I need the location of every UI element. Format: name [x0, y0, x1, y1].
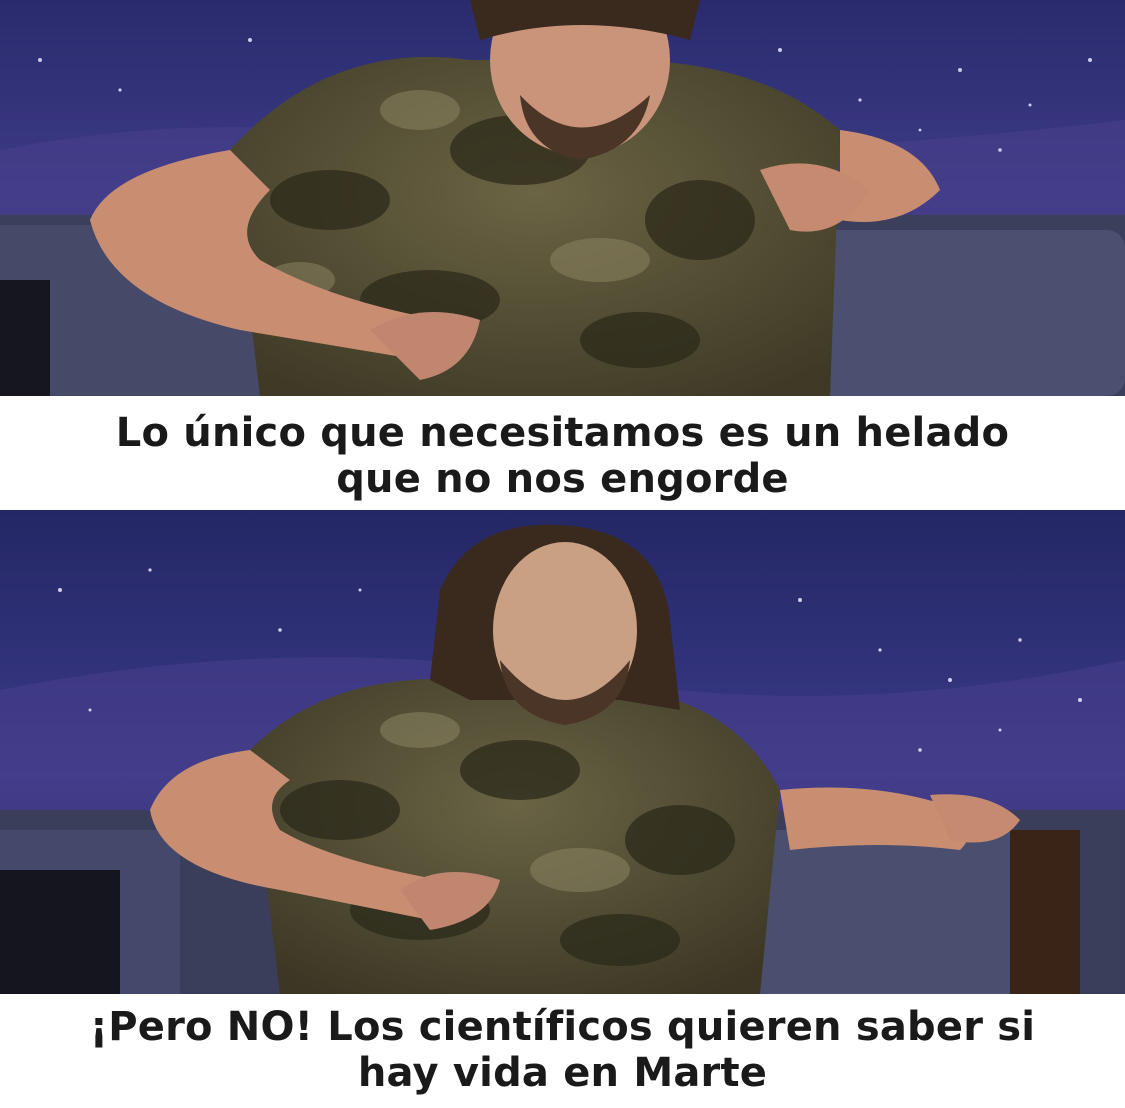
bottom-caption: ¡Pero NO! Los científicos quieren saber … — [0, 994, 1125, 1108]
top-caption: Lo único que necesitamos es un helado qu… — [0, 396, 1125, 510]
top-caption-line-2: que no nos engorde — [336, 456, 789, 502]
top-caption-line-1: Lo único que necesitamos es un helado — [115, 410, 1010, 456]
meme: Lo único que necesitamos es un helado qu… — [0, 0, 1125, 1108]
top-photo-panel — [0, 0, 1125, 396]
top-photo — [0, 0, 1125, 396]
bottom-caption-line-2: hay vida en Marte — [357, 1050, 768, 1096]
bottom-caption-line-1: ¡Pero NO! Los científicos quieren saber … — [89, 1004, 1036, 1050]
bottom-photo — [0, 510, 1125, 994]
bottom-photo-panel — [0, 510, 1125, 994]
